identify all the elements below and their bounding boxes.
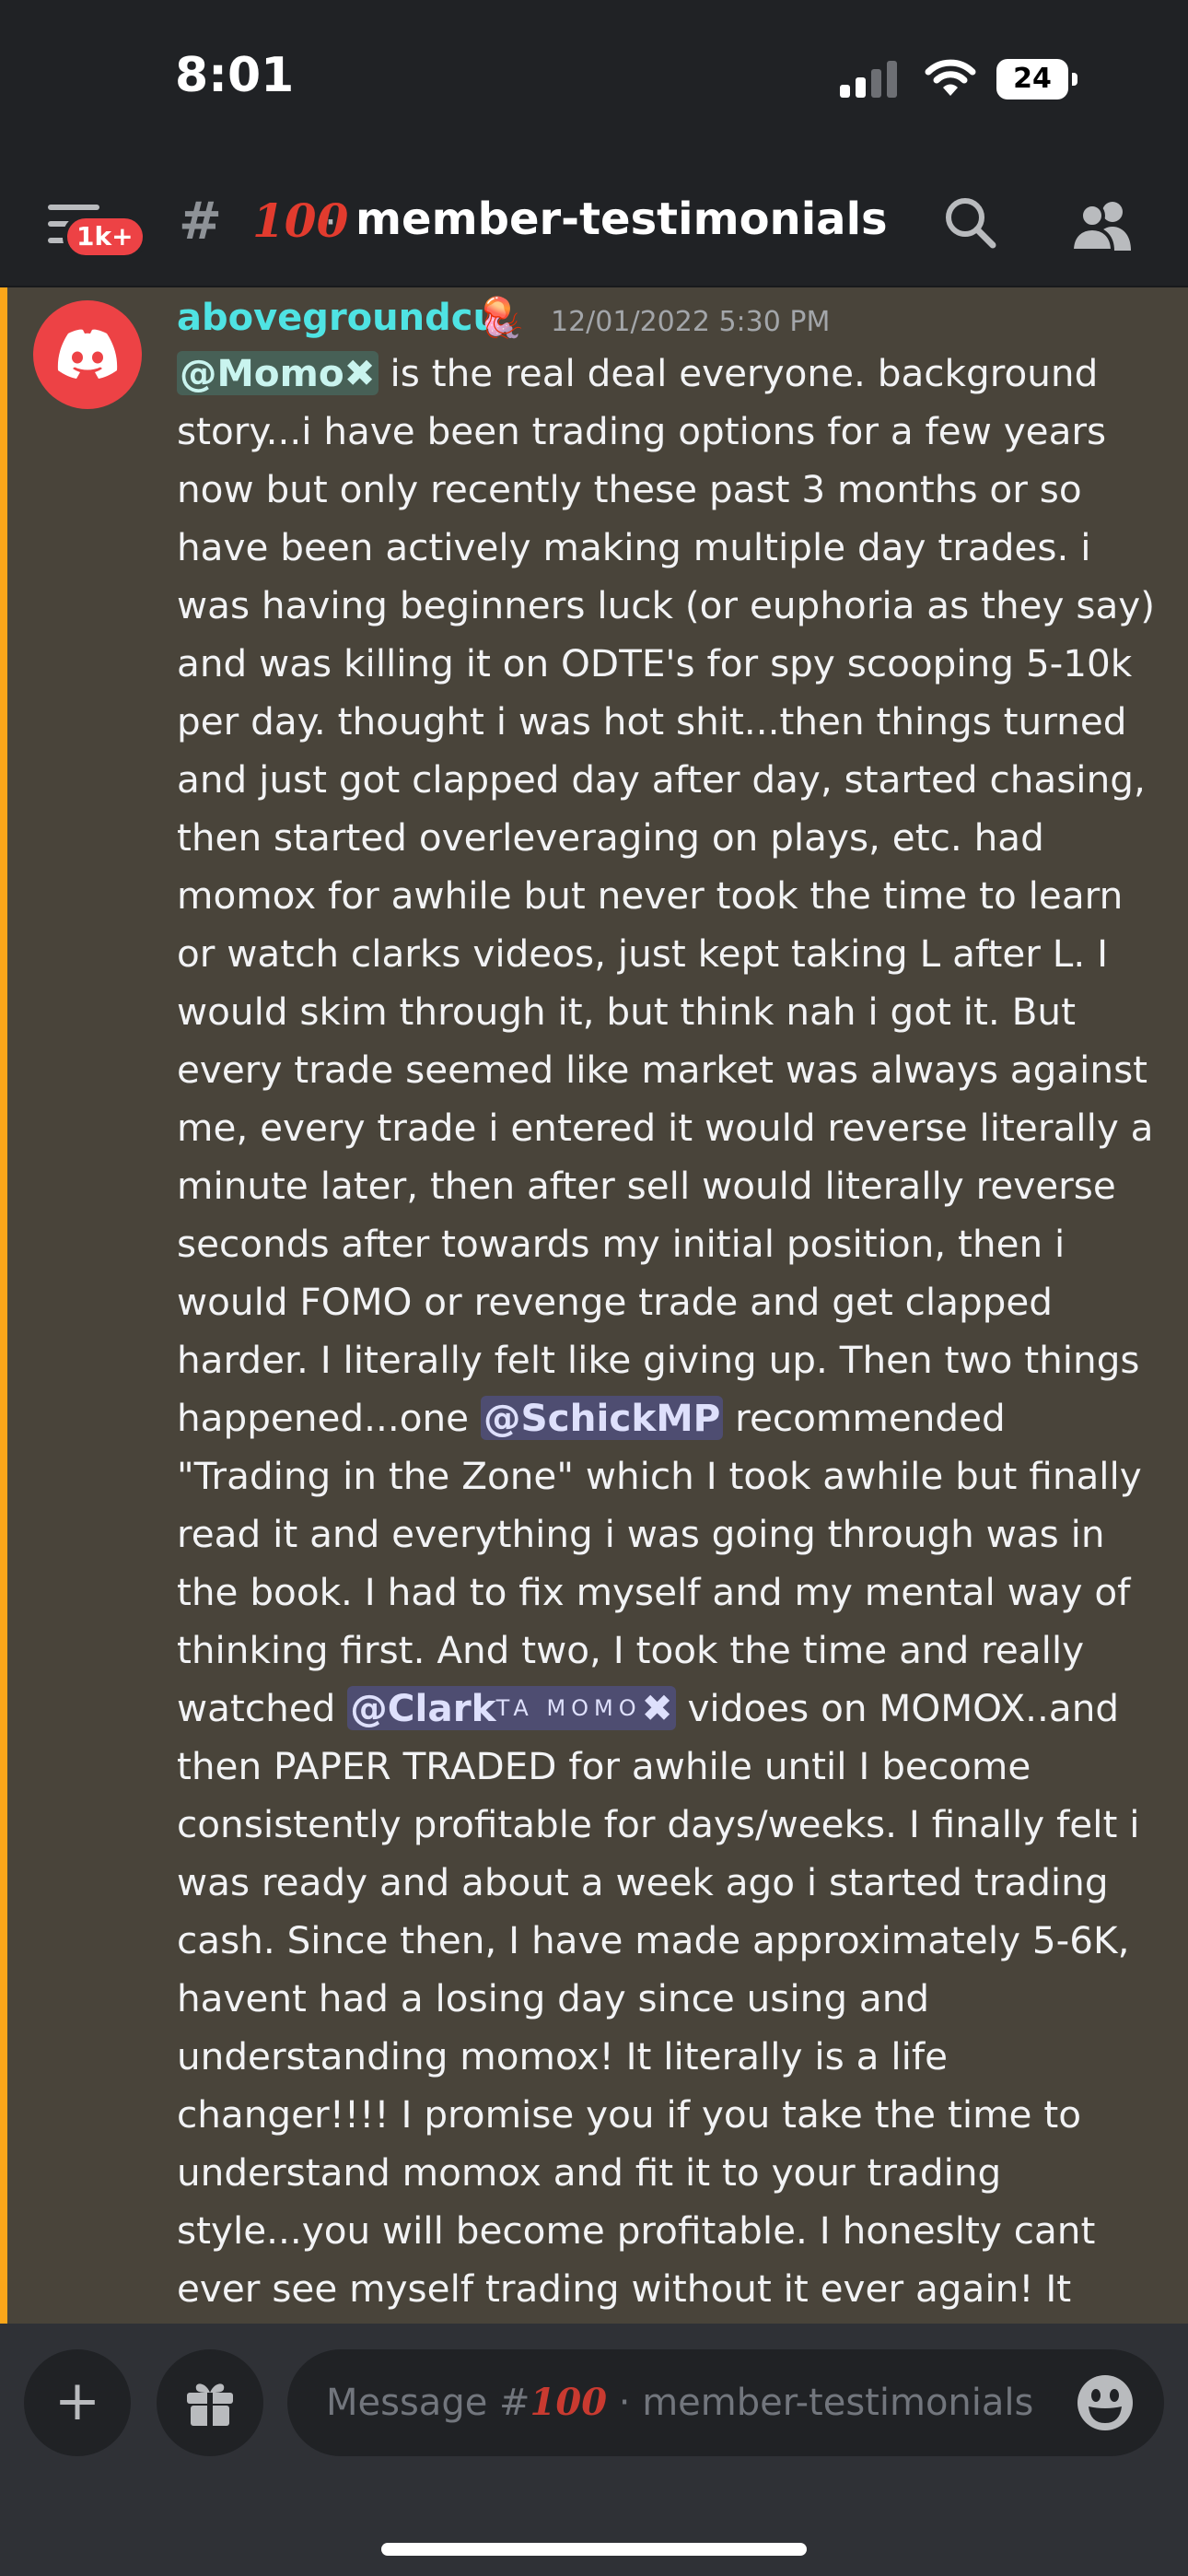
wifi-icon bbox=[925, 59, 976, 96]
user-mention-schickmp[interactable]: @SchickMP bbox=[480, 1396, 724, 1440]
members-icon[interactable] bbox=[1072, 199, 1133, 251]
search-icon[interactable] bbox=[943, 195, 998, 251]
message-timestamp: 12/01/2022 5:30 PM bbox=[551, 306, 831, 338]
text-channel-hash-icon: # bbox=[179, 192, 222, 252]
role-badge-icon: 🪼 bbox=[477, 295, 526, 340]
message-author[interactable]: abovegroundcu bbox=[177, 297, 499, 339]
add-attachment-button[interactable]: + bbox=[24, 2349, 131, 2456]
message-content: @Momo✖ is the real deal everyone. backgr… bbox=[177, 345, 1162, 2324]
channel-header: # 100 · member-testimonials bbox=[0, 166, 1188, 287]
message-composer: + Message #100 · member-testimonials bbox=[0, 2324, 1188, 2576]
message-text-part: recommended "Trading in the Zone" which … bbox=[177, 1396, 1142, 1730]
cellular-signal-icon bbox=[840, 61, 897, 98]
message-input[interactable]: Message #100 · member-testimonials bbox=[287, 2349, 1164, 2456]
avatar[interactable] bbox=[33, 300, 142, 409]
emoji-picker-icon[interactable] bbox=[1076, 2373, 1135, 2432]
mention-highlight-bar bbox=[0, 287, 7, 2324]
status-time: 8:01 bbox=[175, 48, 295, 103]
battery-level: 24 bbox=[1013, 63, 1052, 95]
user-mention-clark[interactable]: @ClarkTA MOMO✖ bbox=[347, 1686, 676, 1730]
gift-icon bbox=[187, 2383, 233, 2426]
message-input-placeholder: Message #100 · member-testimonials bbox=[326, 2381, 1034, 2424]
role-mention-momox[interactable]: @Momo✖ bbox=[177, 351, 379, 395]
home-indicator bbox=[381, 2543, 807, 2556]
message-text-part: is the real deal everyone. background st… bbox=[177, 351, 1156, 1440]
unread-badge: 1k+ bbox=[63, 214, 147, 260]
status-bar: 8:01 24 bbox=[0, 0, 1188, 166]
battery-icon: 24 bbox=[996, 59, 1077, 100]
message-text-part: vidoes on MOMOX..and then PAPER TRADED f… bbox=[177, 1686, 1140, 2311]
discord-logo-icon bbox=[57, 329, 118, 379]
hundred-points-emoji: 100 bbox=[530, 2381, 608, 2424]
gift-button[interactable] bbox=[157, 2349, 263, 2456]
channel-separator: · bbox=[324, 199, 337, 246]
message-list[interactable]: abovegroundcu 🪼 12/01/2022 5:30 PM @Momo… bbox=[0, 287, 1188, 2324]
channel-name[interactable]: member-testimonials bbox=[355, 193, 888, 245]
